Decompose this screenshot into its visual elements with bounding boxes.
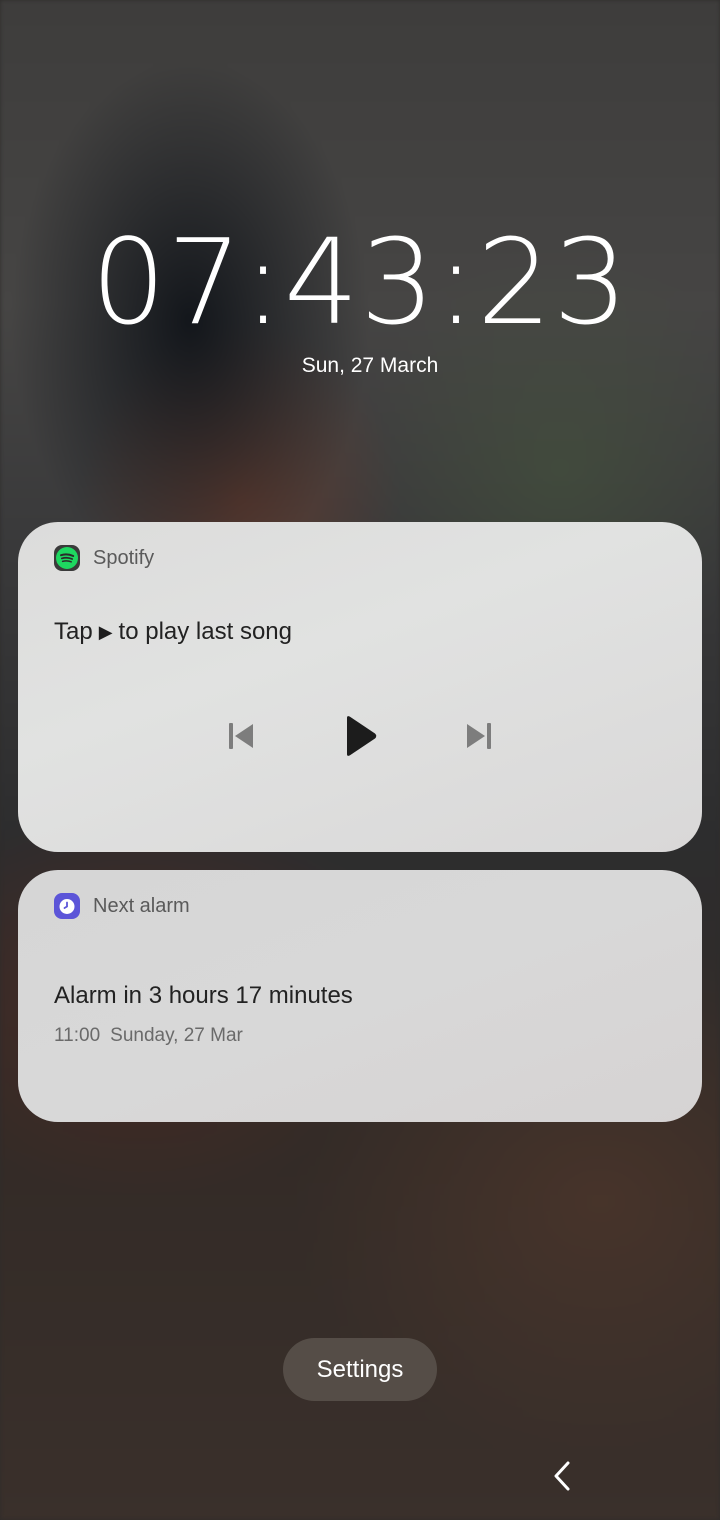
inline-play-icon: ▶ xyxy=(98,621,113,642)
lockscreen-date: Sun, 27 March xyxy=(301,354,439,377)
back-chevron-icon xyxy=(554,1461,570,1491)
notification-app-name: Next alarm xyxy=(93,894,190,917)
alarm-details: 11:00 Sunday, 27 Mar xyxy=(54,1025,243,1047)
notification-header: Spotify xyxy=(54,544,154,572)
notification-header: Next alarm xyxy=(54,892,190,920)
previous-track-button[interactable] xyxy=(217,712,265,760)
play-prompt: Tap ▶ to play last song xyxy=(54,618,292,646)
lockscreen-clock: 07:43:23 xyxy=(91,213,629,351)
notification-app-name: Spotify xyxy=(93,546,155,569)
next-track-button[interactable] xyxy=(455,712,503,760)
spotify-media-notification[interactable]: Spotify Tap ▶ to play last song xyxy=(18,522,702,852)
spotify-icon xyxy=(54,545,80,571)
settings-button[interactable]: Settings xyxy=(283,1338,437,1401)
back-button[interactable] xyxy=(540,1454,584,1498)
play-prompt-before: Tap xyxy=(54,618,93,645)
alarm-time: 11:00 xyxy=(54,1025,101,1046)
skip-next-icon xyxy=(467,723,491,749)
alarm-day: Sunday, 27 Mar xyxy=(110,1025,243,1046)
alarm-title: Alarm in 3 hours 17 minutes xyxy=(54,982,353,1009)
play-prompt-after: to play last song xyxy=(118,618,292,645)
alarm-clock-icon xyxy=(54,893,80,919)
next-alarm-notification[interactable]: Next alarm Alarm in 3 hours 17 minutes 1… xyxy=(18,870,702,1122)
skip-previous-icon xyxy=(229,723,253,749)
play-icon xyxy=(347,716,377,756)
play-button[interactable] xyxy=(336,712,384,760)
media-controls xyxy=(18,712,702,760)
